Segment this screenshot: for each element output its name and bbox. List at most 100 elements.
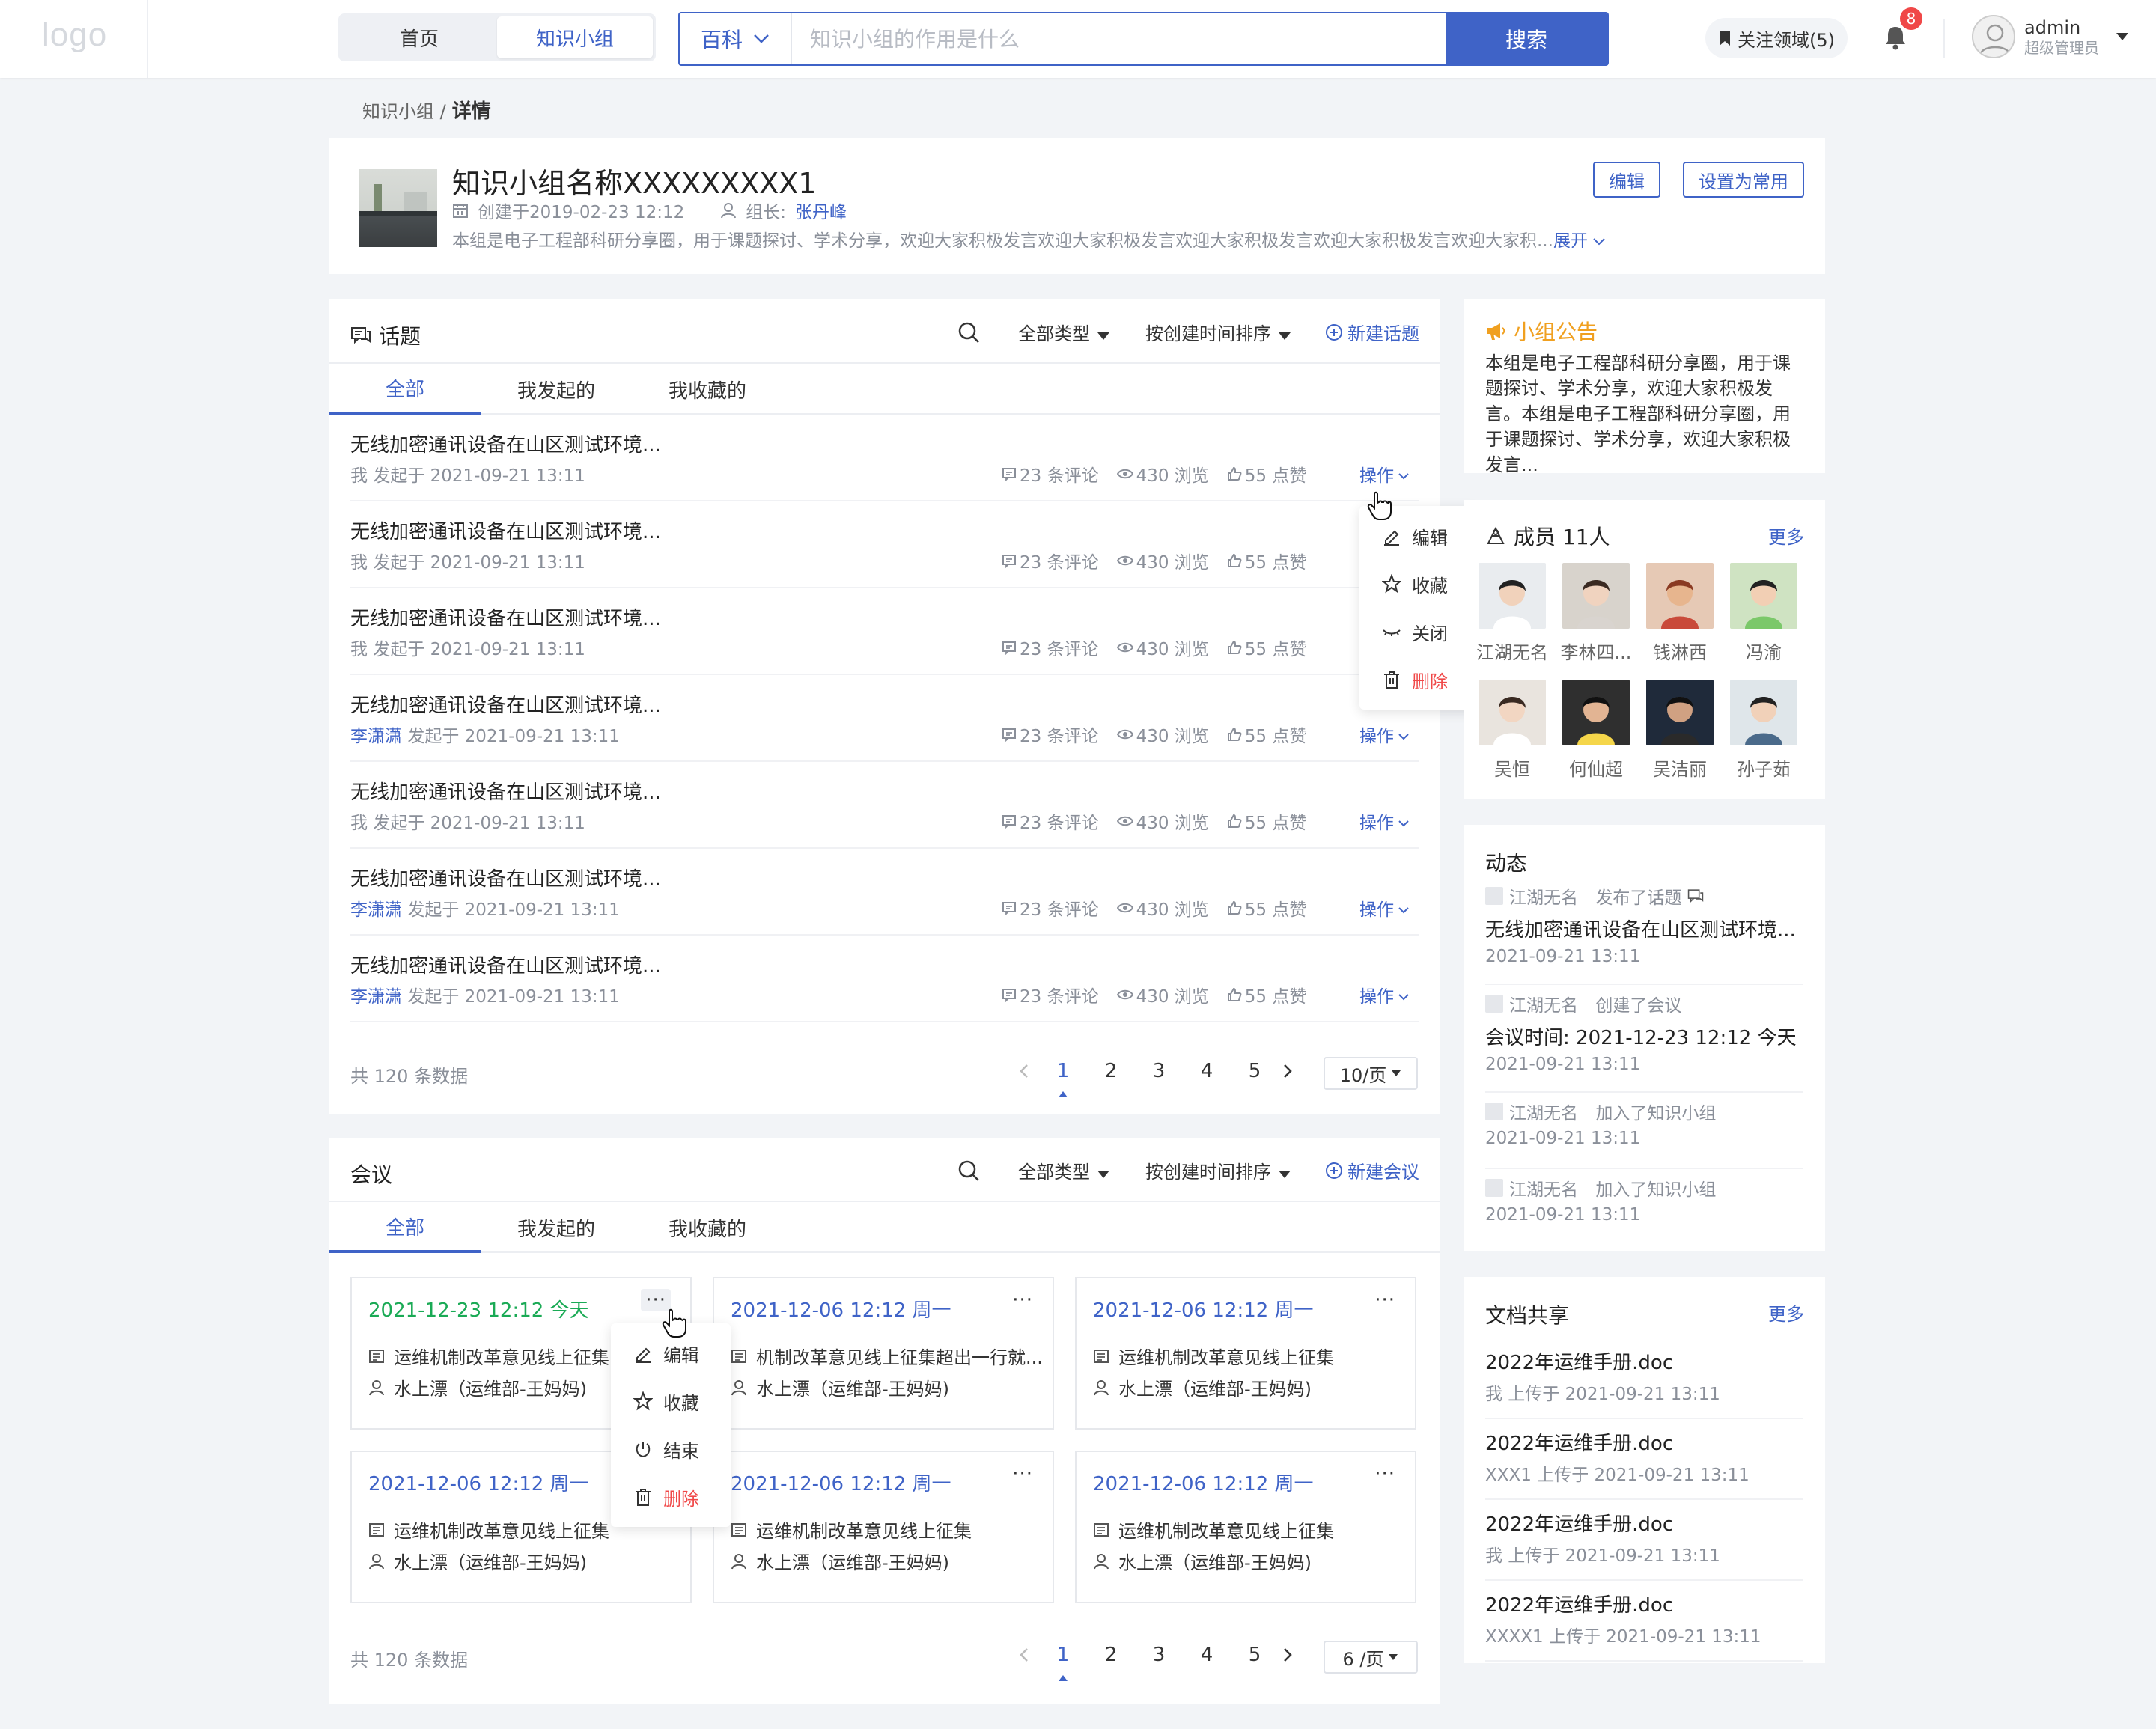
member[interactable]: 吴恒 [1475,680,1550,781]
member[interactable]: 江湖无名 [1475,563,1550,664]
dropdown-delete[interactable]: 删除 [1359,656,1478,704]
member[interactable]: 孙子茹 [1726,680,1801,781]
search-category-select[interactable]: 百科 [680,13,792,64]
doc-name[interactable]: 2022年运维手册.doc [1485,1428,1803,1456]
topics-page-size-select[interactable]: 10/页 [1324,1057,1418,1090]
topic-author[interactable]: 李潇潇 [350,727,402,746]
topic-row[interactable]: 无线加密通讯设备在山区测试环境... 我 发起于 2021-09-21 13:1… [350,415,1419,501]
page-2[interactable]: 2 [1087,1060,1135,1082]
topic-row[interactable]: 无线加密通讯设备在山区测试环境... 李潇潇 发起于 2021-09-21 13… [350,675,1419,762]
doc-name[interactable]: 2022年运维手册.doc [1485,1347,1803,1375]
doc-item[interactable]: 2022年运维手册.doc 我 上传于 2021-09-21 13:11 [1485,1500,1803,1581]
page-3[interactable]: 3 [1135,1060,1183,1082]
meeting-card[interactable]: 2021-12-06 12:12 周一 ··· 运维机制改革意见线上征集 水上漂… [1075,1451,1416,1603]
chevron-left-icon[interactable] [1009,1646,1039,1664]
search-input[interactable] [792,13,1446,64]
docs-more-link[interactable]: 更多 [1768,1299,1804,1326]
nav-knowledge-group[interactable]: 知识小组 [497,16,653,58]
group-leader-link[interactable]: 张丹峰 [795,198,847,223]
tab-all[interactable]: 全部 [329,364,481,415]
more-options-icon[interactable]: ··· [1374,1463,1395,1485]
search-icon[interactable] [957,1159,981,1183]
topic-row[interactable]: 无线加密通讯设备在山区测试环境... 我 发起于 2021-09-21 13:1… [350,588,1419,675]
meetings-type-filter[interactable]: 全部类型 [1018,1157,1109,1183]
topic-title[interactable]: 无线加密通讯设备在山区测试环境... [350,690,661,718]
row-actions-button[interactable]: 操作 [1359,895,1409,921]
tab-favorites[interactable]: 我收藏的 [632,364,783,415]
activity-user[interactable]: 江湖无名 [1509,991,1578,1016]
topic-title[interactable]: 无线加密通讯设备在山区测试环境... [350,516,661,544]
activity-user[interactable]: 江湖无名 [1509,1099,1578,1124]
topic-title[interactable]: 无线加密通讯设备在山区测试环境... [350,777,661,805]
dropdown-favorite[interactable]: 收藏 [611,1377,731,1425]
member[interactable]: 冯渝 [1726,563,1801,664]
member[interactable]: 李林四... [1559,563,1633,664]
search-icon[interactable] [957,320,981,344]
page-3[interactable]: 3 [1135,1644,1183,1666]
expand-link[interactable]: 展开 [1553,231,1605,251]
topic-author[interactable]: 李潇潇 [350,900,402,920]
meetings-sort-filter[interactable]: 按创建时间排序 [1145,1157,1291,1183]
chevron-right-icon[interactable] [1279,1062,1297,1080]
topics-sort-filter[interactable]: 按创建时间排序 [1145,319,1291,345]
doc-item[interactable]: 2022年运维手册.doc XXX1 上传于 2021-09-21 13:11 [1485,1419,1803,1500]
row-actions-button[interactable]: 操作 [1359,461,1409,487]
topic-row[interactable]: 无线加密通讯设备在山区测试环境... 李潇潇 发起于 2021-09-21 13… [350,936,1419,1022]
doc-name[interactable]: 2022年运维手册.doc [1485,1509,1803,1537]
doc-name[interactable]: 2022年运维手册.doc [1485,1590,1803,1617]
meeting-card[interactable]: 2021-12-06 12:12 周一 ··· 机制改革意见线上征集超出一行就.… [713,1277,1054,1430]
page-2[interactable]: 2 [1087,1644,1135,1666]
more-options-icon[interactable]: ··· [1012,1463,1033,1485]
topic-row[interactable]: 无线加密通讯设备在山区测试环境... 我 发起于 2021-09-21 13:1… [350,501,1419,588]
chevron-left-icon[interactable] [1009,1062,1039,1080]
row-actions-button[interactable]: 操作 [1359,808,1409,834]
doc-item[interactable]: 2022年运维手册.doc 我 上传于 2021-09-21 13:11 [1485,1338,1803,1419]
members-more-link[interactable]: 更多 [1768,522,1804,549]
member[interactable]: 何仙超 [1559,680,1633,781]
chevron-right-icon[interactable] [1279,1646,1297,1664]
topic-row[interactable]: 无线加密通讯设备在山区测试环境... 李潇潇 发起于 2021-09-21 13… [350,849,1419,936]
meeting-card[interactable]: 2021-12-06 12:12 周一 ··· 运维机制改革意见线上征集 水上漂… [1075,1277,1416,1430]
tab-all[interactable]: 全部 [329,1202,481,1253]
meetings-page-size-select[interactable]: 6 /页 [1324,1641,1418,1674]
more-options-icon[interactable]: ··· [1374,1289,1395,1311]
page-1[interactable]: 1 [1039,1060,1087,1097]
row-actions-button[interactable]: 操作 [1359,722,1409,747]
activity-content[interactable]: 无线加密通讯设备在山区测试环境... [1485,915,1803,942]
topic-title[interactable]: 无线加密通讯设备在山区测试环境... [350,951,661,978]
topic-title[interactable]: 无线加密通讯设备在山区测试环境... [350,864,661,891]
activity-user[interactable]: 江湖无名 [1509,1175,1578,1201]
dropdown-delete[interactable]: 删除 [611,1473,731,1521]
topic-title[interactable]: 无线加密通讯设备在山区测试环境... [350,430,661,457]
nav-home[interactable]: 首页 [341,16,497,58]
topic-title[interactable]: 无线加密通讯设备在山区测试环境... [350,603,661,631]
search-button[interactable]: 搜索 [1446,13,1607,64]
topic-author[interactable]: 李潇潇 [350,987,402,1007]
member[interactable]: 吴洁丽 [1642,680,1717,781]
set-common-button[interactable]: 设置为常用 [1683,162,1804,198]
dropdown-close[interactable]: 关闭 [1359,608,1478,656]
breadcrumb-parent[interactable]: 知识小组 / [362,101,446,122]
edit-group-button[interactable]: 编辑 [1593,162,1660,198]
tab-mine[interactable]: 我发起的 [481,1202,632,1253]
page-5[interactable]: 5 [1231,1644,1279,1666]
page-4[interactable]: 4 [1183,1644,1231,1666]
page-1[interactable]: 1 [1039,1644,1087,1681]
row-actions-button[interactable]: 操作 [1359,982,1409,1007]
activity-user[interactable]: 江湖无名 [1509,883,1578,909]
member[interactable]: 钱淋西 [1642,563,1717,664]
topics-type-filter[interactable]: 全部类型 [1018,319,1109,345]
follow-domains-button[interactable]: 关注领域(5) [1705,18,1848,58]
tab-mine[interactable]: 我发起的 [481,364,632,415]
meeting-card[interactable]: 2021-12-06 12:12 周一 ··· 运维机制改革意见线上征集 水上漂… [713,1451,1054,1603]
new-meeting-button[interactable]: 新建会议 [1325,1157,1419,1183]
dropdown-end[interactable]: 结束 [611,1425,731,1473]
more-options-icon[interactable]: ··· [1012,1289,1033,1311]
doc-item[interactable]: 2022年运维手册.doc XXXX1 上传于 2021-09-21 13:11 [1485,1581,1803,1662]
page-4[interactable]: 4 [1183,1060,1231,1082]
topic-row[interactable]: 无线加密通讯设备在山区测试环境... 我 发起于 2021-09-21 13:1… [350,762,1419,849]
page-5[interactable]: 5 [1231,1060,1279,1082]
dropdown-favorite[interactable]: 收藏 [1359,560,1478,608]
tab-favorites[interactable]: 我收藏的 [632,1202,783,1253]
new-topic-button[interactable]: 新建话题 [1325,319,1419,345]
